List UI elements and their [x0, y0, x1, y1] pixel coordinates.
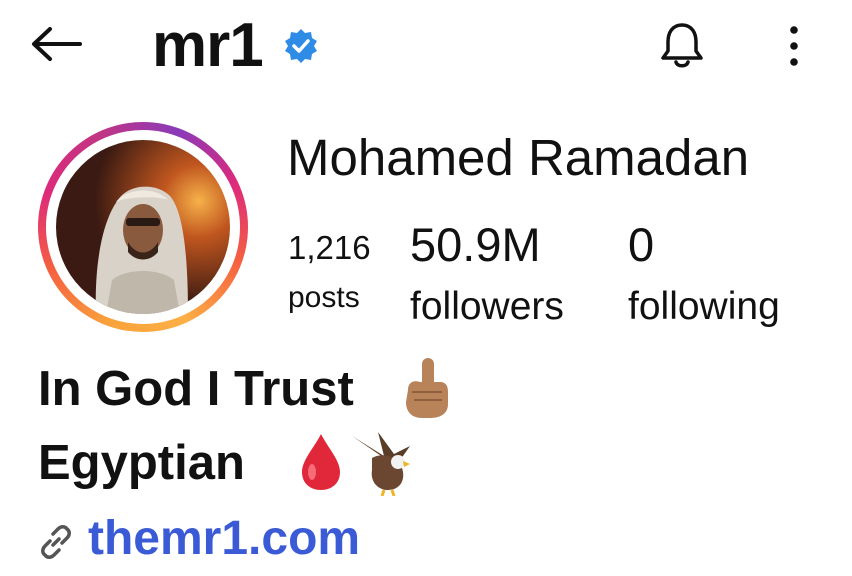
profile-website-link[interactable]: themr1.com — [88, 509, 360, 569]
following-label: following — [628, 285, 780, 328]
following-count: 0 — [628, 218, 655, 271]
back-arrow-icon[interactable] — [28, 24, 84, 64]
story-ring[interactable] — [38, 122, 248, 332]
profile-username: mr1 — [152, 11, 264, 80]
bio-line-2: Egyptian — [38, 436, 245, 490]
verified-badge-icon — [285, 29, 317, 63]
posts-count: 1,216 — [288, 229, 371, 266]
pointing-up-emoji-icon — [406, 358, 448, 418]
blood-drop-emoji-icon — [302, 434, 340, 490]
eagle-emoji-icon — [352, 432, 410, 496]
bio-line-1: In God I Trust — [38, 362, 354, 416]
profile-full-name: Mohamed Ramadan — [287, 129, 750, 186]
top-app-bar: mr1 — [0, 0, 852, 100]
posts-label: posts — [288, 281, 360, 314]
bell-icon[interactable] — [656, 20, 708, 70]
followers-label: followers — [410, 285, 564, 328]
link-icon — [41, 525, 71, 559]
more-vertical-icon[interactable] — [782, 22, 806, 70]
followers-count: 50.9M — [410, 218, 541, 271]
avatar — [56, 140, 230, 314]
